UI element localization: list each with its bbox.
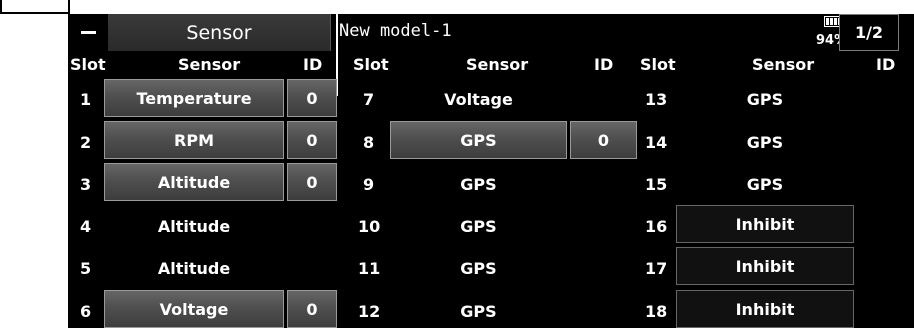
- sensor-button[interactable]: Altitude: [104, 163, 284, 201]
- callout-line-horizontal: [0, 12, 70, 14]
- column-header-id: ID: [876, 55, 896, 74]
- screen-title-button[interactable]: Sensor: [108, 14, 331, 51]
- slot-number: 2: [80, 133, 92, 152]
- sensor-button[interactable]: GPS: [390, 121, 567, 159]
- column-header-slot: Slot: [353, 55, 389, 74]
- column-header-sensor: Sensor: [752, 55, 815, 74]
- sensor-label: GPS: [460, 217, 497, 236]
- slot-number: 17: [645, 259, 668, 278]
- column-header-slot: Slot: [70, 55, 106, 74]
- callout-line-vertical-right: [68, 0, 70, 14]
- slot-number: 7: [363, 90, 375, 109]
- slot-number: 15: [645, 175, 668, 194]
- column-header-sensor: Sensor: [178, 55, 241, 74]
- slot-number: 11: [358, 259, 381, 278]
- id-button[interactable]: 0: [570, 121, 637, 159]
- slot-number: 13: [645, 90, 668, 109]
- sensor-label: Voltage: [444, 90, 513, 109]
- sensor-label: GPS: [746, 175, 784, 194]
- slot-number: 6: [80, 302, 92, 321]
- column-header-id: ID: [594, 55, 614, 74]
- slot-number: 3: [80, 175, 92, 194]
- inhibit-button[interactable]: Inhibit: [676, 247, 854, 285]
- column-header-slot: Slot: [640, 55, 676, 74]
- slot-number: 5: [80, 259, 92, 278]
- minus-icon: [81, 31, 96, 34]
- inhibit-button[interactable]: Inhibit: [676, 290, 854, 328]
- sensor-label: GPS: [460, 175, 497, 194]
- id-button[interactable]: 0: [287, 290, 337, 328]
- sensor-label: GPS: [460, 259, 497, 278]
- column-header-id: ID: [303, 55, 323, 74]
- sensor-button[interactable]: Temperature: [104, 79, 284, 117]
- sensor-label: GPS: [460, 302, 497, 321]
- slot-number: 8: [363, 133, 375, 152]
- slot-number: 14: [645, 133, 668, 152]
- id-button[interactable]: 0: [287, 163, 337, 201]
- sensor-button[interactable]: RPM: [104, 121, 284, 159]
- inhibit-button[interactable]: Inhibit: [676, 205, 854, 243]
- slot-number: 4: [80, 217, 92, 236]
- slot-number: 10: [358, 217, 381, 236]
- sensor-label: Altitude: [157, 259, 231, 278]
- model-name: New model-1: [339, 21, 452, 41]
- slot-number: 18: [645, 302, 668, 321]
- id-button[interactable]: 0: [287, 121, 337, 159]
- sensor-button[interactable]: Voltage: [104, 290, 284, 328]
- sensor-label: GPS: [746, 90, 784, 109]
- page-button[interactable]: 1/2: [839, 14, 899, 51]
- sensor-label: GPS: [746, 133, 784, 152]
- column-header-sensor: Sensor: [466, 55, 529, 74]
- back-button[interactable]: [68, 14, 108, 51]
- callout-line-vertical: [0, 0, 2, 14]
- slot-number: 9: [363, 175, 375, 194]
- slot-number: 16: [645, 217, 668, 236]
- id-button[interactable]: 0: [287, 79, 337, 117]
- slot-number: 12: [358, 302, 381, 321]
- slot-number: 1: [80, 90, 92, 109]
- sensor-label: Altitude: [157, 217, 231, 236]
